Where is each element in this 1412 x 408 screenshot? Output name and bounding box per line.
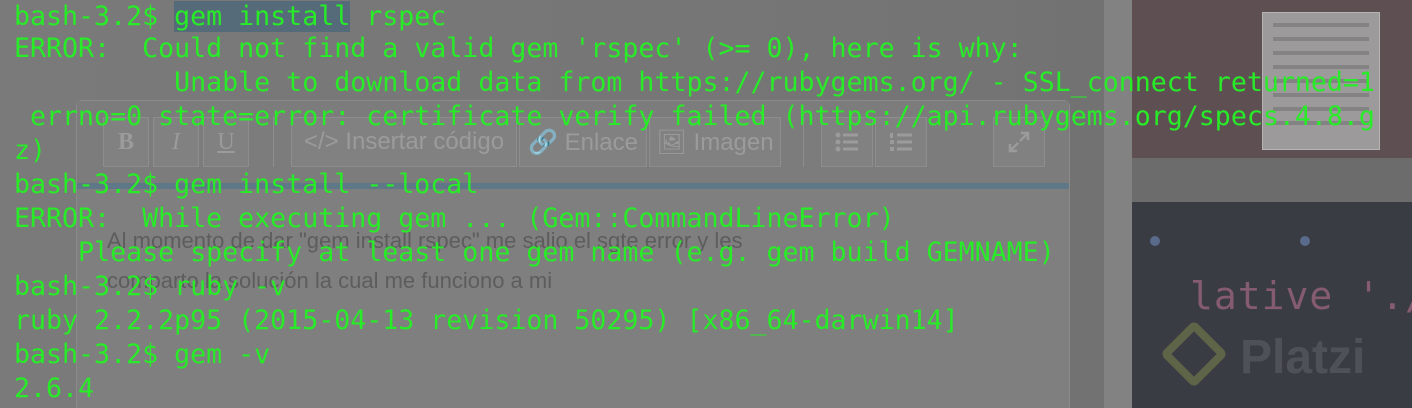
terminal-line: bash-3.2$ gem -v [14, 339, 271, 370]
command-argument: rspec [350, 1, 447, 32]
terminal-line: Please specify at least one gem name (e.… [14, 237, 1055, 268]
terminal-line: errno=0 state=error: certificate verify … [14, 101, 1375, 132]
terminal-output[interactable]: bash-3.2$ gem install rspec ERROR: Could… [0, 0, 1412, 408]
terminal-line: ERROR: While executing gem ... (Gem::Com… [14, 203, 895, 234]
terminal-line: ERROR: Could not find a valid gem 'rspec… [14, 33, 1023, 64]
screen: B I U </> Insertar código 🔗 Enlace 🖼 Ima… [0, 0, 1412, 408]
selected-text[interactable]: gem install [174, 1, 351, 32]
terminal-line: Unable to download data from https://rub… [14, 67, 1375, 98]
terminal-line: 2.6.4 [14, 373, 95, 404]
terminal-line: bash-3.2$ gem install rspec [14, 0, 446, 34]
terminal-line: bash-3.2$ gem install --local [14, 169, 479, 200]
terminal-line: ruby 2.2.2p95 (2015-04-13 revision 50295… [14, 305, 959, 336]
terminal-line: bash-3.2$ ruby -v [14, 271, 287, 302]
shell-prompt: bash-3.2$ [14, 1, 175, 32]
terminal-line: z) [14, 135, 47, 166]
